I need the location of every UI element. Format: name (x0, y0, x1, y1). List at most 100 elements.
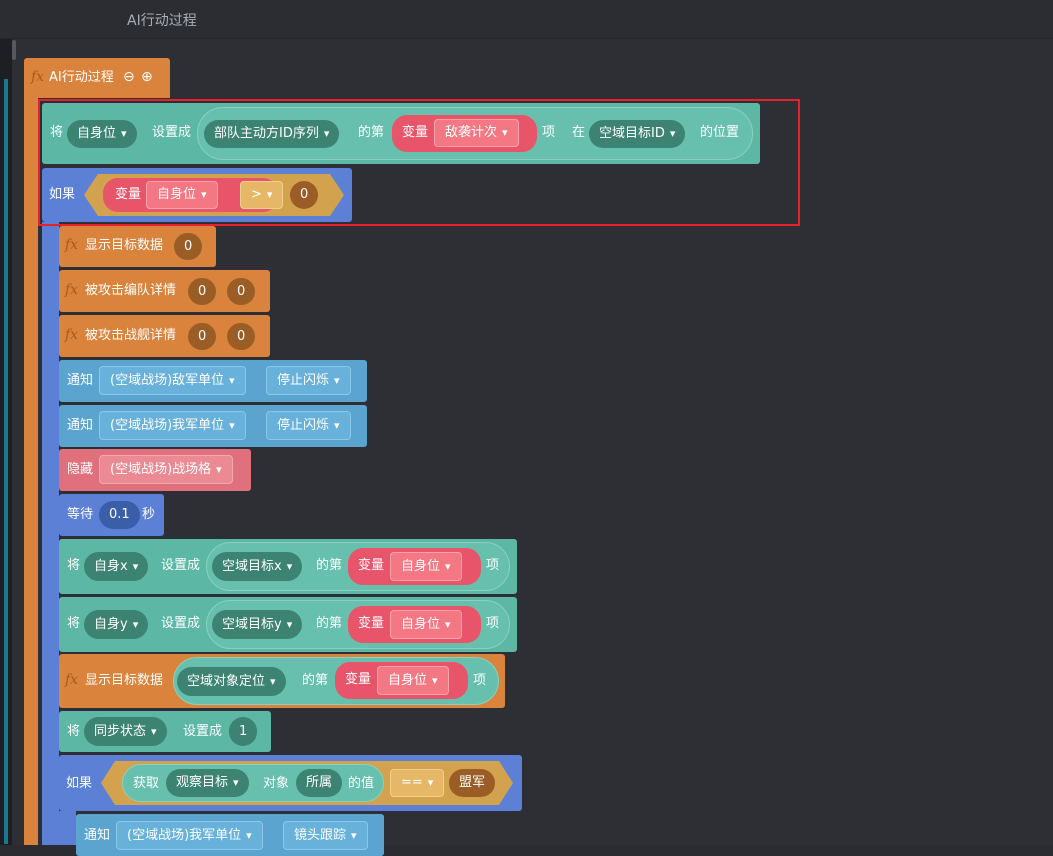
vertical-scrollbar[interactable] (12, 40, 16, 60)
seconds-value: 0.1 (109, 507, 130, 522)
set-self-y-block[interactable]: 将 自身y 设置成 空域目标y 的第 变量 自身位 项 (59, 597, 517, 652)
variable2-name: 自身位 (401, 558, 441, 574)
list-dropdown[interactable]: 空域目标x (212, 552, 303, 581)
seconds-input[interactable]: 0.1 (99, 501, 140, 529)
selection-highlight (38, 99, 800, 226)
keyword-notify: 通知 (67, 418, 94, 433)
block-label: 显示目标数据 (85, 238, 164, 253)
fx-icon: fx (65, 672, 79, 688)
variable2-dropdown[interactable]: 自身位 (390, 552, 462, 581)
variable-name: 自身x (94, 558, 128, 574)
if-ally-block[interactable]: 如果 获取 观察目标 对象 所属 的值 == 盟军 (59, 755, 522, 811)
keyword-setto: 设置成 (183, 724, 223, 739)
number-input[interactable]: 0 (227, 323, 256, 350)
target-name: (空域战场)敌军单位 (110, 372, 225, 388)
target-dropdown[interactable]: (空域战场)敌军单位 (99, 366, 246, 395)
list-dropdown[interactable]: 空域目标y (212, 610, 303, 639)
variable2-name: 自身位 (401, 616, 441, 632)
target-name: (空域战场)战场格 (110, 461, 212, 477)
variable-name: 同步状态 (94, 723, 147, 739)
number-input[interactable]: 0 (188, 278, 217, 305)
operator-dropdown[interactable]: == (390, 769, 445, 797)
function-name: AI行动过程 (49, 70, 114, 85)
target-dropdown[interactable]: 观察目标 (166, 769, 249, 797)
keyword-set: 将 (67, 724, 81, 739)
action-dropdown[interactable]: 镜头跟踪 (283, 821, 368, 850)
value-text: 1 (239, 723, 248, 739)
list-name: 空域目标x (222, 558, 282, 574)
number-value: 0 (237, 328, 246, 344)
notify-enemy-block[interactable]: 通知 (空域战场)敌军单位 停止闪烁 (59, 360, 367, 402)
variable2-dropdown[interactable]: 自身位 (377, 666, 449, 695)
number-value: 0 (237, 283, 246, 299)
list-name: 空域目标y (222, 616, 282, 632)
target-name: (空域战场)我军单位 (110, 417, 225, 433)
action-dropdown[interactable]: 停止闪烁 (266, 366, 351, 395)
notify-ally-block[interactable]: 通知 (空域战场)我军单位 停止闪烁 (59, 405, 367, 447)
keyword-set: 将 (67, 616, 81, 631)
number-input[interactable]: 0 (227, 278, 256, 305)
fx-icon: fx (65, 237, 79, 253)
faction-value[interactable]: 盟军 (449, 769, 496, 797)
variable-dropdown[interactable]: 自身x (84, 552, 149, 581)
wait-block[interactable]: 等待 0.1 秒 (59, 494, 164, 536)
block-label: 被攻击战舰详情 (85, 328, 177, 343)
variable-dropdown[interactable]: 同步状态 (84, 717, 167, 746)
keyword-set: 将 (67, 558, 81, 573)
editor-tab-bar: AI行动过程 (0, 0, 1053, 39)
keyword-variable: 变量 (358, 616, 385, 631)
show-target-location-block[interactable]: fx 显示目标数据 空域对象定位 的第 变量 自身位 项 (59, 654, 505, 708)
target-name: 观察目标 (176, 775, 229, 790)
variable-dropdown[interactable]: 自身y (84, 610, 149, 639)
variable-reporter[interactable]: 变量 自身位 (348, 606, 481, 643)
get-property-expression[interactable] (122, 764, 384, 802)
property-name: 所属 (306, 775, 333, 790)
attacked-fleet-detail-block[interactable]: fx 被攻击编队详情 0 0 (59, 270, 270, 312)
function-header-block[interactable]: fx AI行动过程 ⊖ ⊕ (24, 58, 170, 98)
target-dropdown[interactable]: (空域战场)我军单位 (99, 411, 246, 440)
target-dropdown[interactable]: (空域战场)我军单位 (116, 821, 263, 850)
value-input[interactable]: 1 (229, 717, 258, 746)
action-name: 停止闪烁 (277, 372, 330, 388)
unit-seconds: 秒 (142, 507, 156, 522)
notify-camera-block[interactable]: 通知 (空域战场)我军单位 镜头跟踪 (76, 814, 384, 856)
keyword-index: 的第 (316, 558, 343, 573)
keyword-hide: 隐藏 (67, 462, 94, 477)
fx-icon: fx (65, 327, 79, 343)
set-self-x-block[interactable]: 将 自身x 设置成 空域目标x 的第 变量 自身位 项 (59, 539, 517, 594)
function-frame-spine (24, 98, 38, 845)
number-value: 0 (184, 238, 193, 254)
list-name: 空域对象定位 (187, 673, 266, 689)
number-value: 0 (198, 283, 207, 299)
target-name: (空域战场)我军单位 (127, 827, 242, 843)
keyword-setto: 设置成 (161, 558, 201, 573)
keyword-value: 的值 (348, 776, 375, 791)
collapse-icon[interactable]: ⊖ (123, 69, 135, 85)
number-input[interactable]: 0 (174, 233, 203, 260)
attacked-ship-detail-block[interactable]: fx 被攻击战舰详情 0 0 (59, 315, 270, 357)
variable2-dropdown[interactable]: 自身位 (390, 610, 462, 639)
faction-text: 盟军 (459, 775, 486, 790)
left-strip (0, 39, 12, 845)
action-dropdown[interactable]: 停止闪烁 (266, 411, 351, 440)
list-dropdown[interactable]: 空域对象定位 (177, 667, 286, 696)
variable-reporter[interactable]: 变量 自身位 (348, 548, 481, 585)
action-name: 镜头跟踪 (294, 827, 347, 843)
set-sync-state-block[interactable]: 将 同步状态 设置成 1 (59, 711, 271, 752)
expand-icon[interactable]: ⊕ (141, 69, 153, 85)
tab-title[interactable]: AI行动过程 (127, 10, 197, 30)
show-target-data-block[interactable]: fx 显示目标数据 0 (59, 226, 216, 267)
number-input[interactable]: 0 (188, 323, 217, 350)
keyword-wait: 等待 (67, 507, 94, 522)
variable-reporter[interactable]: 变量 自身位 (335, 662, 468, 699)
nested-if-body-spine (59, 811, 76, 845)
keyword-variable: 变量 (345, 672, 372, 687)
keyword-get: 获取 (133, 776, 160, 791)
hide-grid-block[interactable]: 隐藏 (空域战场)战场格 (59, 449, 251, 491)
target-dropdown[interactable]: (空域战场)战场格 (99, 455, 233, 484)
block-label: 被攻击编队详情 (85, 283, 177, 298)
keyword-index: 的第 (302, 673, 329, 688)
block-label: 显示目标数据 (85, 673, 164, 688)
property-dropdown[interactable]: 所属 (296, 769, 343, 797)
keyword-variable: 变量 (358, 558, 385, 573)
